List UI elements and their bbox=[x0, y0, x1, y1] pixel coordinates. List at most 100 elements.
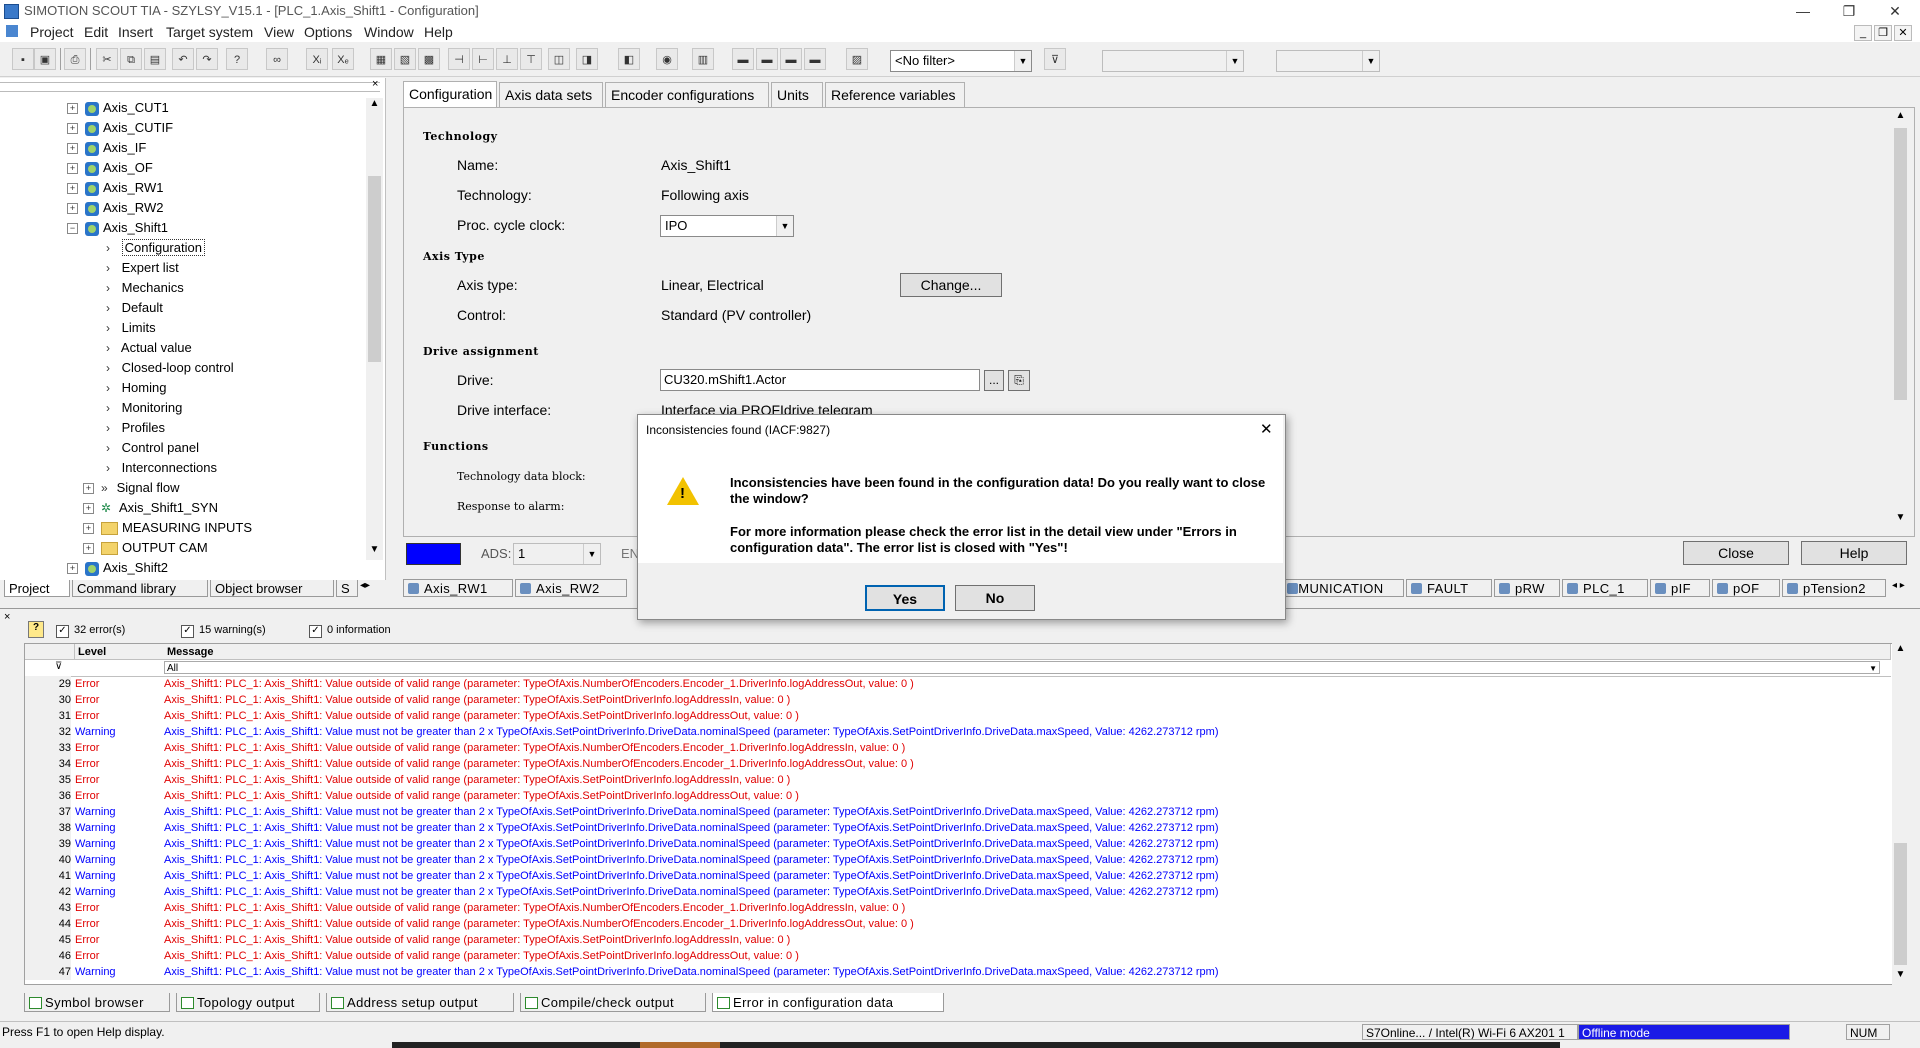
errors-checkbox[interactable]: ✓ bbox=[56, 625, 69, 638]
scroll-up-icon[interactable]: ▲ bbox=[366, 98, 383, 114]
menu-edit[interactable]: Edit bbox=[84, 24, 108, 40]
tree-item[interactable]: › Default bbox=[106, 298, 163, 318]
table-row[interactable]: 45 Error Axis_Shift1: PLC_1: Axis_Shift1: … bbox=[25, 932, 1891, 948]
tool4-icon[interactable]: ⊤ bbox=[520, 48, 542, 70]
scroll-up-icon[interactable]: ▲ bbox=[1892, 110, 1909, 126]
scroll-up-icon[interactable]: ▲ bbox=[1892, 643, 1909, 659]
editor-tab-plc1[interactable]: PLC_1 bbox=[1562, 579, 1648, 597]
menu-target-system[interactable]: Target system bbox=[166, 24, 253, 40]
editor-tab-axis-rw1[interactable]: Axis_RW1 bbox=[403, 579, 513, 597]
save-icon[interactable]: ▪ bbox=[12, 48, 34, 70]
grid-scroll-thumb[interactable] bbox=[1894, 843, 1907, 965]
change-button[interactable]: Change... bbox=[900, 273, 1002, 297]
tool2-icon[interactable]: ⊢ bbox=[472, 48, 494, 70]
tool6-icon[interactable]: ◨ bbox=[576, 48, 598, 70]
close-icon[interactable]: × bbox=[4, 611, 10, 623]
tab-encoder-configurations[interactable]: Encoder configurations bbox=[605, 82, 769, 107]
operating-mode-icon[interactable]: ◉ bbox=[656, 48, 678, 70]
expand-icon[interactable]: + bbox=[67, 123, 78, 134]
tree-item[interactable]: › Interconnections bbox=[106, 458, 217, 478]
filter-icon[interactable]: ⊽ bbox=[55, 661, 62, 672]
xe-icon[interactable]: Xₑ bbox=[332, 48, 354, 70]
scroll-down-icon[interactable]: ▼ bbox=[1892, 512, 1909, 528]
expand-icon[interactable]: + bbox=[67, 183, 78, 194]
menu-view[interactable]: View bbox=[264, 24, 294, 40]
menu-options[interactable]: Options bbox=[304, 24, 352, 40]
tree-item[interactable]: + ✲ Axis_Shift1_SYN bbox=[83, 498, 218, 518]
tool3-icon[interactable]: ⊥ bbox=[496, 48, 518, 70]
filter-combo[interactable]: <No filter> ▼ bbox=[890, 50, 1032, 72]
tree-item[interactable]: + OUTPUT CAM bbox=[83, 538, 208, 558]
redo-icon[interactable]: ↷ bbox=[196, 48, 218, 70]
tab-compile-check-output[interactable]: Compile/check output bbox=[520, 993, 706, 1012]
filter-settings-icon[interactable]: ⊽ bbox=[1044, 48, 1066, 70]
expand-icon[interactable]: + bbox=[67, 203, 78, 214]
tree-item[interactable]: + Axis_RW2 bbox=[67, 198, 163, 218]
table-row[interactable]: 43 Error Axis_Shift1: PLC_1: Axis_Shift1: … bbox=[25, 900, 1891, 916]
table-row[interactable]: 31 Error Axis_Shift1: PLC_1: Axis_Shift1: … bbox=[25, 708, 1891, 724]
table-row[interactable]: 35 Error Axis_Shift1: PLC_1: Axis_Shift1: … bbox=[25, 772, 1891, 788]
mdi-close-button[interactable]: ✕ bbox=[1894, 25, 1912, 41]
close-button[interactable]: Close bbox=[1683, 541, 1789, 565]
tree-item[interactable]: › Monitoring bbox=[106, 398, 182, 418]
close-window-button[interactable]: ✕ bbox=[1872, 0, 1918, 22]
paste-icon[interactable]: ▤ bbox=[144, 48, 166, 70]
expand-icon[interactable]: + bbox=[83, 483, 94, 494]
tree-item[interactable]: + Axis_CUT1 bbox=[67, 98, 169, 118]
minimize-button[interactable]: — bbox=[1780, 0, 1826, 22]
table-row[interactable]: 32 Warning Axis_Shift1: PLC_1: Axis_Shift1… bbox=[25, 724, 1891, 740]
menu-window[interactable]: Window bbox=[364, 24, 414, 40]
tab-address-setup-output[interactable]: Address setup output bbox=[326, 993, 514, 1012]
table-row[interactable]: 42 Warning Axis_Shift1: PLC_1: Axis_Shift1… bbox=[25, 884, 1891, 900]
trace-icon-2[interactable]: ▬ bbox=[756, 48, 778, 70]
expand-icon[interactable]: + bbox=[83, 543, 94, 554]
table-row[interactable]: 36 Error Axis_Shift1: PLC_1: Axis_Shift1: … bbox=[25, 788, 1891, 804]
config-scrollbar[interactable]: ▲ ▼ bbox=[1892, 110, 1909, 528]
tool7-icon[interactable]: ◧ bbox=[618, 48, 640, 70]
tab-axis-data-sets[interactable]: Axis data sets bbox=[499, 82, 603, 107]
cut-icon[interactable]: ✂ bbox=[96, 48, 118, 70]
trace-icon-3[interactable]: ▬ bbox=[780, 48, 802, 70]
tab-project[interactable]: Project bbox=[4, 580, 70, 597]
tree-item[interactable]: › Closed-loop control bbox=[106, 358, 234, 378]
tab-s[interactable]: S bbox=[336, 580, 358, 597]
tool8-icon[interactable]: ▨ bbox=[846, 48, 868, 70]
table-row[interactable]: 38 Warning Axis_Shift1: PLC_1: Axis_Shift1… bbox=[25, 820, 1891, 836]
mdi-minimize-button[interactable]: _ bbox=[1854, 25, 1872, 41]
tab-reference-variables[interactable]: Reference variables bbox=[825, 82, 965, 107]
tab-command-library[interactable]: Command library bbox=[72, 580, 208, 597]
tree-item[interactable]: + » Signal flow bbox=[83, 478, 180, 498]
mdi-restore-button[interactable]: ❐ bbox=[1874, 25, 1892, 41]
device-icon[interactable]: ▥ bbox=[692, 48, 714, 70]
menu-project[interactable]: Project bbox=[30, 24, 74, 40]
editor-tab-prw[interactable]: pRW bbox=[1494, 579, 1560, 597]
tree-item[interactable]: › Control panel bbox=[106, 438, 199, 458]
help-button[interactable]: Help bbox=[1801, 541, 1907, 565]
context-help-icon[interactable]: ? bbox=[226, 48, 248, 70]
warnings-checkbox[interactable]: ✓ bbox=[181, 625, 194, 638]
table-row[interactable]: 41 Warning Axis_Shift1: PLC_1: Axis_Shift1… bbox=[25, 868, 1891, 884]
editor-tab-ptension2[interactable]: pTension2 bbox=[1782, 579, 1886, 597]
tab-configuration[interactable]: Configuration bbox=[403, 81, 497, 108]
dialog-close-button[interactable]: ✕ bbox=[1260, 420, 1273, 438]
tree-item[interactable]: + Axis_RW1 bbox=[67, 178, 163, 198]
tool5-icon[interactable]: ◫ bbox=[548, 48, 570, 70]
editor-tab-axis-rw2[interactable]: Axis_RW2 bbox=[515, 579, 627, 597]
tab-units[interactable]: Units bbox=[771, 82, 823, 107]
download-cpu-icon[interactable]: ▧ bbox=[394, 48, 416, 70]
expand-icon[interactable]: + bbox=[67, 103, 78, 114]
table-row[interactable]: 46 Error Axis_Shift1: PLC_1: Axis_Shift1: … bbox=[25, 948, 1891, 964]
tree-item[interactable]: − Axis_Shift1 bbox=[67, 218, 168, 238]
column-header-message[interactable]: Message bbox=[164, 644, 1891, 660]
tree-item[interactable]: + Axis_IF bbox=[67, 138, 146, 158]
table-row[interactable]: 29 Error Axis_Shift1: PLC_1: Axis_Shift1: … bbox=[25, 676, 1891, 692]
editor-tab-pof[interactable]: pOF bbox=[1712, 579, 1780, 597]
grid-scrollbar[interactable]: ▲ ▼ bbox=[1892, 643, 1909, 985]
close-icon[interactable]: × bbox=[372, 78, 378, 90]
print-icon[interactable]: ⎙ bbox=[64, 48, 86, 70]
expand-icon[interactable]: + bbox=[67, 163, 78, 174]
help-icon[interactable]: ? bbox=[28, 621, 44, 638]
accessible-nodes-icon[interactable]: ∞ bbox=[266, 48, 288, 70]
tree-item[interactable]: + MEASURING INPUTS bbox=[83, 518, 252, 538]
maximize-button[interactable]: ❐ bbox=[1826, 0, 1872, 22]
